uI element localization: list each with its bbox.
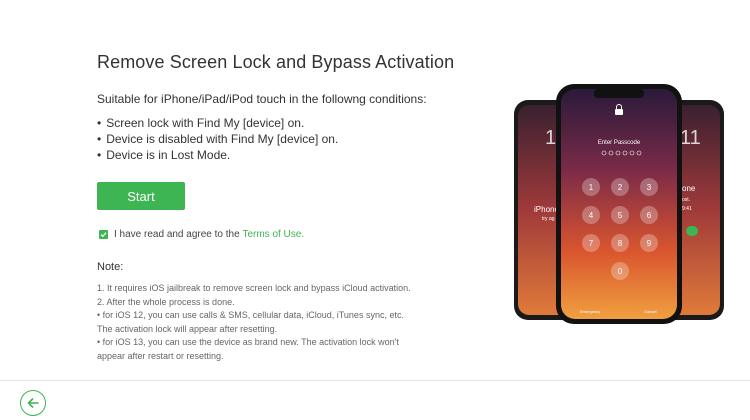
check-icon (100, 232, 107, 238)
note-line: 2. After the whole process is done. (97, 296, 235, 307)
note-line: • for iOS 12, you can use calls & SMS, c… (97, 310, 404, 320)
agree-row: I have read and agree to the Terms of Us… (99, 229, 304, 240)
condition-item: Screen lock with Find My [device] on. (97, 115, 338, 131)
start-button[interactable]: Start (97, 182, 185, 210)
agree-text: I have read and agree to the (114, 229, 243, 240)
condition-item: Device is in Lost Mode. (97, 147, 338, 163)
back-button[interactable] (20, 390, 46, 416)
key-4: 4 (589, 211, 594, 220)
right-phone-time2: 9:41 (682, 206, 692, 212)
key-3: 3 (647, 183, 652, 192)
key-9: 9 (647, 239, 652, 248)
footer-divider (0, 380, 750, 381)
emergency-label: Emergency (580, 309, 600, 314)
key-7: 7 (589, 239, 594, 248)
left-phone-model: iPhone (534, 205, 559, 214)
key-2: 2 (618, 183, 623, 192)
note-line: 1. It requires iOS jailbreak to remove s… (97, 283, 411, 293)
phones-illustration: 11 iPhone try ag 11 one ost. 9:41 Enter … (514, 84, 724, 324)
key-0: 0 (618, 267, 623, 276)
conditions-intro: Suitable for iPhone/iPad/iPod touch in t… (97, 92, 427, 106)
cancel-label: Cancel (644, 309, 657, 314)
right-phone-title: one (682, 184, 696, 193)
condition-item: Device is disabled with Find My [device]… (97, 131, 338, 147)
passcode-prompt: Enter Passcode (598, 140, 641, 146)
page-title: Remove Screen Lock and Bypass Activation (97, 52, 455, 72)
note-title: Note: (97, 261, 124, 273)
key-6: 6 (647, 211, 652, 220)
key-1: 1 (589, 183, 594, 192)
note-line: appear after restart or resetting. (97, 350, 224, 361)
right-phone-sub: ost. (682, 197, 690, 203)
right-phone-time: 11 (680, 127, 701, 149)
conditions-list: Screen lock with Find My [device] on. De… (97, 115, 338, 163)
key-8: 8 (618, 239, 623, 248)
key-5: 5 (618, 211, 623, 220)
notes-list: 1. It requires iOS jailbreak to remove s… (97, 282, 477, 363)
center-phone: Enter Passcode 1 2 3 4 5 6 7 8 9 0 Emerg… (556, 84, 682, 324)
terms-of-use-link[interactable]: Terms of Use. (242, 229, 304, 240)
agree-checkbox[interactable] (99, 230, 108, 239)
note-line: • for iOS 13, you can use the device as … (97, 337, 399, 347)
arrow-left-icon (27, 398, 39, 408)
left-phone-sub: try ag (542, 216, 555, 222)
note-line: The activation lock will appear after re… (97, 323, 278, 334)
